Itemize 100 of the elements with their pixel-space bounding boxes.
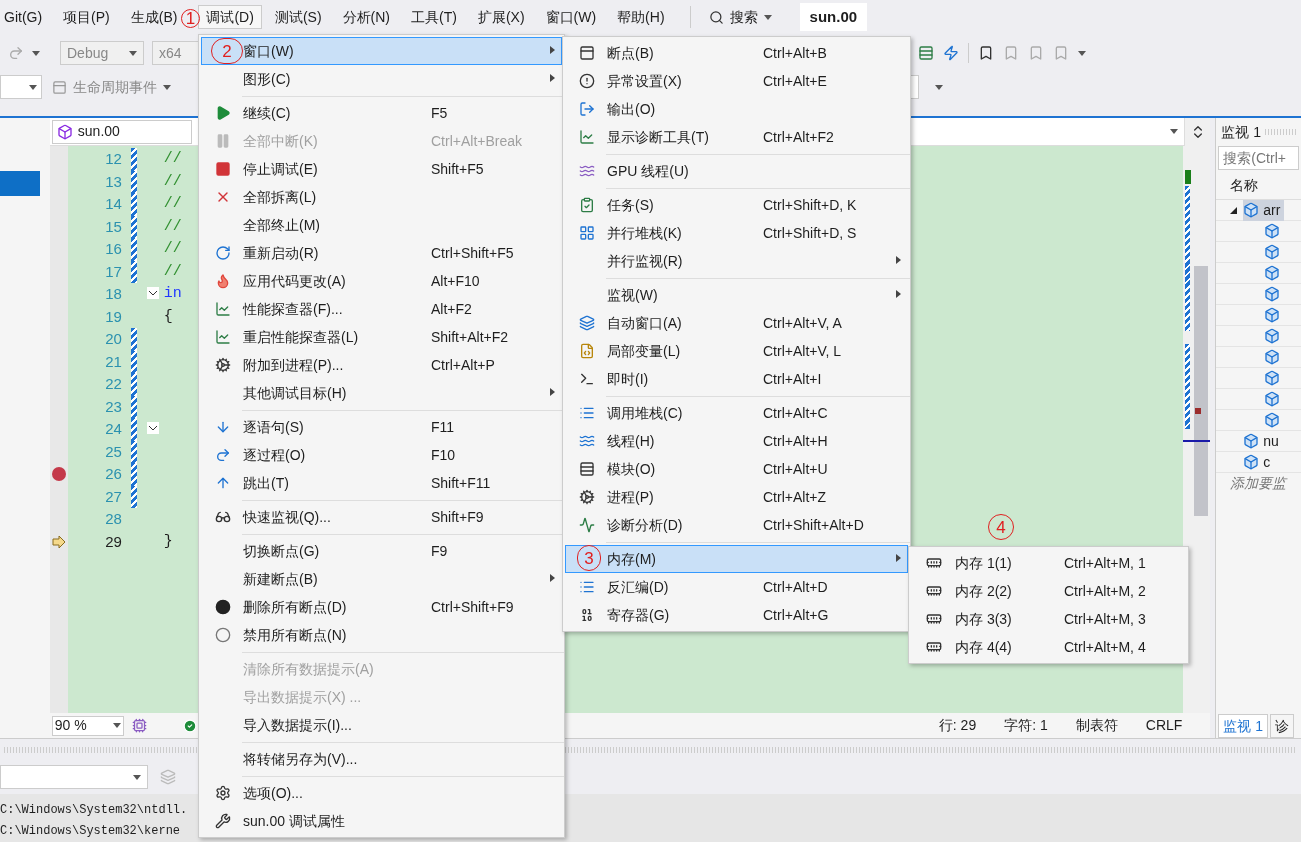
fold-toggle-icon[interactable] (146, 422, 159, 435)
fold-toggle-icon[interactable] (146, 287, 159, 300)
menu-item[interactable]: 停止调试(E) Shift+F5 (201, 155, 562, 183)
current-line-arrow-icon (51, 535, 66, 548)
variable-icon (1264, 370, 1281, 386)
panel-tab[interactable]: 监视 1 (1218, 714, 1268, 738)
menu-item[interactable]: 自动窗口(A) Ctrl+Alt+V, A (565, 309, 908, 337)
menu-item[interactable]: 应用代码更改(A) Alt+F10 (201, 267, 562, 295)
menu-item[interactable]: 新建断点(B) (201, 565, 562, 593)
menu-item[interactable]: 断点(B) Ctrl+Alt+B (565, 39, 908, 67)
menu-item[interactable]: 内存 2(2) Ctrl+Alt+M, 2 (911, 577, 1186, 605)
line-number: 21 (104, 351, 122, 372)
menu-item[interactable]: 将转储另存为(V)... (201, 745, 562, 773)
panel-tab[interactable]: 诊 (1270, 714, 1294, 738)
file-tab[interactable]: sun.00 (51, 119, 192, 144)
menu-item[interactable]: 局部变量(L) Ctrl+Alt+V, L (565, 337, 908, 365)
menu-item[interactable]: 跳出(T) Shift+F11 (201, 469, 562, 497)
menu-item[interactable]: 继续(C) F5 (201, 99, 562, 127)
menu-item[interactable]: sun.00 调试属性 (201, 807, 562, 835)
line-number: 13 (104, 171, 122, 192)
menu-item[interactable]: 显示诊断工具(T) Ctrl+Alt+F2 (565, 123, 908, 151)
line-number: 17 (104, 261, 122, 282)
menu-item[interactable]: 并行监视(R) (565, 247, 908, 275)
memory-icon (925, 611, 942, 627)
menu-item[interactable]: 逐语句(S) F11 (201, 413, 562, 441)
menu-item[interactable]: 全部终止(M) (201, 211, 562, 239)
menu-item[interactable]: 反汇编(D) Ctrl+Alt+D (565, 573, 908, 601)
status-text[interactable]: CRLF (1145, 715, 1183, 736)
variable-icon (1264, 265, 1281, 281)
menu-item[interactable]: 即时(I) Ctrl+Alt+I (565, 365, 908, 393)
menu-item[interactable]: 其他调试目标(H) (201, 379, 562, 407)
menu-bar-item[interactable]: 扩展(X) (469, 5, 533, 29)
chart-icon (578, 129, 595, 145)
menu-item[interactable]: 监视(W) (565, 281, 908, 309)
line-number: 29 (104, 531, 122, 552)
settings-icon (214, 785, 231, 801)
column-header[interactable]: 名称 (1230, 175, 1259, 196)
bookmark-icon[interactable] (978, 45, 994, 61)
toolbar-icon[interactable] (943, 45, 959, 61)
zoom-dropdown[interactable]: 90 % (51, 715, 124, 736)
menu-item[interactable]: 性能探查器(F)... Alt+F2 (201, 295, 562, 323)
line-number: 24 (104, 419, 122, 439)
add-watch-placeholder[interactable]: 添加要监 (1230, 473, 1287, 494)
menu-bar-item[interactable]: 测试(S) (266, 5, 330, 29)
status-text[interactable]: 行: 29 (938, 715, 977, 736)
terminal-icon (578, 371, 595, 387)
menu-item[interactable]: 禁用所有断点(N) (201, 621, 562, 649)
menu-item[interactable]: 寄存器(G) Ctrl+Alt+G (565, 601, 908, 629)
menu-item[interactable]: 任务(S) Ctrl+Shift+D, K (565, 191, 908, 219)
menu-bar-item[interactable]: 调试(D) (198, 5, 262, 29)
search-field[interactable]: 搜索(Ctrl+ (1218, 146, 1299, 170)
code-text: // (163, 149, 182, 169)
menu-item[interactable]: 重启性能探查器(L) Shift+Alt+F2 (201, 323, 562, 351)
menu-item[interactable]: 进程(P) Ctrl+Alt+Z (565, 483, 908, 511)
watch-row[interactable]: c (1243, 451, 1275, 473)
menu-item[interactable]: 内存 3(3) Ctrl+Alt+M, 3 (911, 605, 1186, 633)
menu-item[interactable]: 附加到进程(P)... Ctrl+Alt+P (201, 351, 562, 379)
line-number: 18 (104, 284, 122, 304)
menu-item[interactable]: 内存 4(4) Ctrl+Alt+M, 4 (911, 633, 1186, 661)
status-text[interactable]: 制表符 (1075, 715, 1118, 736)
menu-item[interactable]: 内存 1(1) Ctrl+Alt+M, 1 (911, 549, 1186, 577)
menu-item[interactable]: 快速监视(Q)... Shift+F9 (201, 503, 562, 531)
expand-toggle-icon[interactable] (1230, 206, 1238, 214)
menu-item[interactable]: 导入数据提示(I)... (201, 711, 562, 739)
menu-bar-item[interactable]: 分析(N) (334, 5, 398, 29)
menu-item[interactable]: 诊断分析(D) Ctrl+Shift+Alt+D (565, 511, 908, 539)
lines-icon[interactable] (918, 45, 934, 61)
status-text[interactable]: 字符: 1 (1004, 715, 1048, 736)
watch-row[interactable]: arr (1243, 199, 1285, 221)
menu-item[interactable]: 模块(O) Ctrl+Alt+U (565, 455, 908, 483)
wrench-icon (214, 813, 231, 829)
menu-item[interactable]: 重新启动(R) Ctrl+Shift+F5 (201, 239, 562, 267)
menu-bar-item[interactable]: 窗口(W) (537, 5, 605, 29)
dropdown-field[interactable] (0, 75, 42, 99)
menu-item[interactable]: 调用堆栈(C) Ctrl+Alt+C (565, 399, 908, 427)
menu-item[interactable]: 线程(H) Ctrl+Alt+H (565, 427, 908, 455)
watch-row[interactable]: nu (1243, 430, 1283, 452)
caret-icon (935, 84, 943, 90)
menu-item[interactable]: 输出(O) (565, 95, 908, 123)
menu-item[interactable]: 选项(O)... (201, 779, 562, 807)
menu-bar-item[interactable]: Git(G) (0, 5, 51, 29)
diagnostics-icon (578, 517, 595, 533)
menu-bar-item[interactable]: 工具(T) (403, 5, 465, 29)
menu-item[interactable]: 异常设置(X) Ctrl+Alt+E (565, 67, 908, 95)
menu-bar-item[interactable]: 帮助(H) (609, 5, 673, 29)
glasses-icon (214, 509, 231, 525)
menu-item[interactable]: 图形(C) (201, 65, 562, 93)
menu-item[interactable]: 并行堆栈(K) Ctrl+Shift+D, S (565, 219, 908, 247)
line-number: 14 (104, 194, 122, 214)
search-button[interactable]: 搜索 (702, 5, 778, 29)
menu-item[interactable]: 逐过程(O) F10 (201, 441, 562, 469)
panel-title: 监视 1 (1221, 122, 1261, 142)
memory-icon (925, 555, 942, 571)
menu-item[interactable]: 删除所有断点(D) Ctrl+Shift+F9 (201, 593, 562, 621)
menu-item[interactable]: 切换断点(G) F9 (201, 537, 562, 565)
menu-bar-item[interactable]: 项目(P) (55, 5, 118, 29)
menu-item[interactable]: 全部拆离(L) (201, 183, 562, 211)
selected-row-highlight (0, 171, 40, 196)
menu-item[interactable]: GPU 线程(U) (565, 157, 908, 185)
code-text: // (163, 239, 182, 259)
